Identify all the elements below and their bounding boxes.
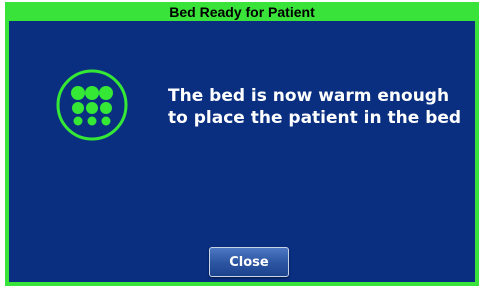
dialog-body: The bed is now warm enough to place the … [9, 21, 475, 282]
close-button[interactable]: Close [209, 247, 289, 277]
bed-ready-dialog: Bed Ready for Patient The bed is now war… [5, 2, 479, 286]
dialog-title: Bed Ready for Patient [169, 3, 315, 20]
heat-dots-icon [56, 69, 128, 141]
dialog-message: The bed is now warm enough to place the … [168, 86, 462, 128]
